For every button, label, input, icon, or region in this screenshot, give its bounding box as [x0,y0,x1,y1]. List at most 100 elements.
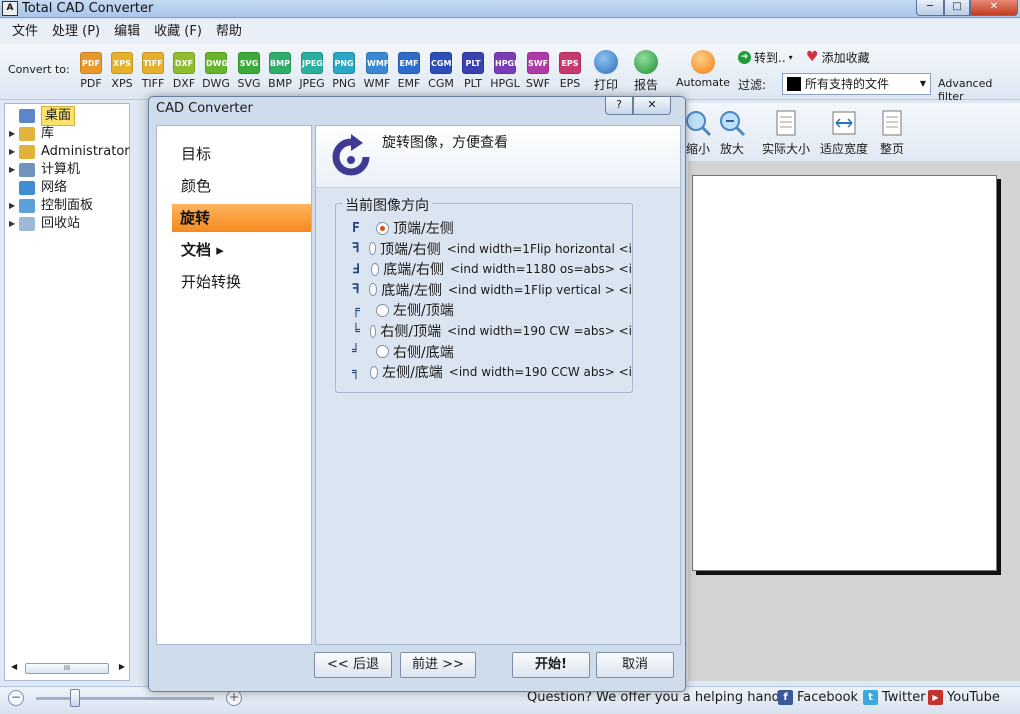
convert-emf-button[interactable]: EMF EMF [394,52,424,90]
expand-triangle-icon[interactable]: ▶ [9,125,19,143]
convert-jpeg-button[interactable]: JPEG JPEG [297,52,327,90]
filter-select[interactable]: 所有支持的文件 ▼ [782,73,931,95]
orientation-option[interactable]: ╘ 右侧/顶端 <ind width=190 CW =abs> <i [352,322,632,341]
scroll-right-icon[interactable]: ▶ [119,662,125,671]
orientation-radio[interactable] [369,283,378,297]
rotate-header-text: 旋转图像，方便查看 [382,135,508,151]
orientation-option[interactable]: ꟻ 顶端/右侧 <ind width=1Flip horizontal <i [352,240,632,258]
print-button[interactable]: 打印 [594,50,618,93]
orientation-option[interactable]: ╕ 左侧/底端 <ind width=190 CCW abs> <i [352,363,632,382]
convert-xps-button[interactable]: XPS XPS [107,52,137,90]
scroll-left-icon[interactable]: ◀ [11,662,17,671]
nav-start-convert[interactable]: 开始转换 [173,268,297,296]
menu-process[interactable]: 处理 (P) [45,20,107,44]
youtube-link[interactable]: ▶ YouTube [928,690,1000,705]
convert-tiff-button[interactable]: TIFF TIFF [138,52,168,90]
convert-dwg-button[interactable]: DWG DWG [201,52,231,90]
zoom-in-button[interactable]: 放大 [718,109,746,157]
expand-triangle-icon[interactable]: ▶ [9,161,19,179]
add-favorite-button[interactable]: ♥ 添加收藏 [806,49,870,66]
menu-file[interactable]: 文件 [5,20,45,44]
advanced-filter-link[interactable]: Advanced filter [938,77,1020,103]
tree-item[interactable]: 桌面 [5,106,76,126]
convert-svg-button[interactable]: SVG SVG [234,52,264,90]
nav-color[interactable]: 颜色 [173,172,297,200]
tree-item[interactable]: ▶ 回收站 [5,215,80,233]
convert-dxf-button[interactable]: DXF DXF [169,52,199,90]
next-button[interactable]: 前进 >> [400,652,476,678]
menu-help[interactable]: 帮助 [209,20,249,44]
zoom-slider-track[interactable] [36,697,214,700]
minimize-button[interactable]: ─ [916,0,944,16]
orientation-option[interactable]: Ⅎ 底端/右侧 <ind width=1180 os=abs> <i [352,260,632,279]
menu-favorites[interactable]: 收藏 (F) [147,20,209,44]
cad-converter-dialog: CAD Converter ? ✕ 目标 颜色 旋转 文档 ▸ 开始转换 旋转图… [148,96,686,692]
orientation-option[interactable]: ꟻ 底端/左侧 <ind width=1Flip vertical > <i [352,281,632,299]
tree-item[interactable]: ▶ 计算机 [5,161,80,179]
preview-page [692,175,997,571]
orientation-radio[interactable] [369,242,377,256]
convert-png-button[interactable]: PNG PNG [329,52,359,90]
back-button[interactable]: << 后退 [314,652,392,678]
start-button[interactable]: 开始! [512,652,590,678]
zoom-out-button[interactable]: 缩小 [684,109,712,157]
full-page-button[interactable]: 整页 [878,109,906,157]
orientation-option[interactable]: ╒ 左侧/顶端 [352,301,632,320]
zoom-plus-button[interactable]: + [226,690,242,706]
orientation-label: 顶端/右侧 [380,241,441,258]
orientation-option[interactable]: ╛ 右侧/底端 [352,343,632,361]
library-icon [19,127,35,141]
orientation-radio[interactable] [370,262,380,276]
report-button[interactable]: 报告 [634,50,658,93]
maximize-button[interactable]: □ [944,0,970,16]
convert-eps-button[interactable]: EPS EPS [555,52,585,90]
orientation-label: 右侧/底端 [393,344,454,361]
menu-edit[interactable]: 编辑 [107,20,147,44]
user-folder-icon [19,145,35,159]
orientation-glyph-icon: ╛ [352,344,360,360]
nav-rotate[interactable]: 旋转 [172,204,311,232]
expand-triangle-icon[interactable]: ▶ [9,215,19,233]
tree-item[interactable]: 网络 [5,179,67,197]
facebook-link[interactable]: f Facebook [778,690,858,705]
dialog-close-button[interactable]: ✕ [633,97,671,115]
orientation-radio[interactable] [376,303,389,317]
twitter-link[interactable]: t Twitter [863,690,926,705]
convert-cgm-button[interactable]: CGM CGM [426,52,456,90]
fit-width-button[interactable]: 适应宽度 [820,109,868,157]
tree-item[interactable]: ▶ Administrator [5,143,130,161]
convert-pdf-button[interactable]: PDF PDF [76,52,106,90]
orientation-radio[interactable] [369,365,379,379]
goto-button[interactable]: ➜ 转到.. ▾ [738,49,793,66]
zoom-minus-button[interactable]: − [8,690,24,706]
convert-swf-button[interactable]: SWF SWF [523,52,553,90]
orientation-label: 左侧/顶端 [393,303,454,320]
actual-size-button[interactable]: 实际大小 [762,109,810,157]
tree-item[interactable]: ▶ 控制面板 [5,197,93,215]
convert-plt-button[interactable]: PLT PLT [458,52,488,90]
orientation-glyph-icon: ╕ [352,364,360,380]
dialog-help-button[interactable]: ? [605,97,633,115]
orientation-option[interactable]: F 顶端/左侧 [352,219,632,238]
orientation-radio[interactable] [376,221,389,235]
nav-target[interactable]: 目标 [173,140,297,168]
close-button[interactable]: ✕ [970,0,1018,16]
nav-document[interactable]: 文档 ▸ [173,236,297,264]
orientation-radio[interactable] [369,324,377,338]
expand-triangle-icon[interactable]: ▶ [9,143,19,161]
scroll-thumb[interactable]: III [25,663,109,674]
expand-triangle-icon[interactable]: ▶ [9,197,19,215]
convert-bmp-button[interactable]: BMP BMP [265,52,295,90]
preview-area[interactable] [688,161,1020,681]
cancel-button[interactable]: 取消 [596,652,674,678]
convert-wmf-button[interactable]: WMF WMF [362,52,392,90]
orientation-radio[interactable] [376,345,389,359]
automate-button[interactable]: Automate [676,50,730,89]
recycle-bin-icon [19,217,35,231]
format-label: BMP [268,77,292,90]
convert-hpgl-button[interactable]: HPGL HPGL [490,52,520,90]
zoom-slider-thumb[interactable] [70,689,81,707]
tree-item[interactable]: ▶ 库 [5,125,54,143]
tree-horizontal-scrollbar[interactable]: ◀ III ▶ [11,660,125,676]
dialog-title: CAD Converter [156,101,253,116]
